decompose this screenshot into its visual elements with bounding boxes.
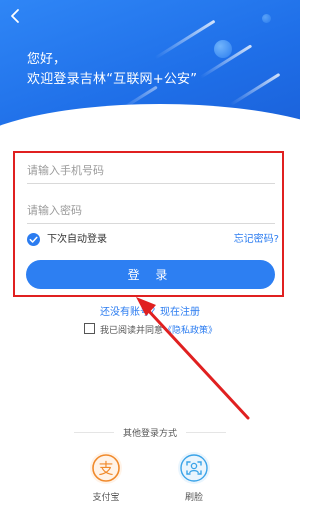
phone-input[interactable]: [27, 157, 275, 183]
check-icon: [29, 236, 38, 243]
agreement-row: 我已阅读并同意《隐私政策》: [84, 323, 217, 337]
alipay-icon: 支: [92, 454, 120, 482]
face-label: 刷脸: [184, 493, 203, 503]
password-input[interactable]: [27, 197, 275, 223]
password-field[interactable]: [27, 197, 275, 224]
alipay-label: 支付宝: [92, 493, 120, 503]
face-login-option[interactable]: 刷脸: [164, 452, 224, 503]
divider: [186, 432, 226, 433]
other-login-title: 其他登录方式: [122, 429, 177, 439]
greeting-line-2: 欢迎登录吉林“互联网+公安”: [27, 72, 198, 87]
register-link[interactable]: 还没有账号？现在注册: [0, 303, 300, 318]
face-scan-icon: [180, 454, 208, 482]
login-button[interactable]: 登 录: [26, 260, 275, 289]
other-login-section: 其他登录方式: [0, 426, 300, 439]
auto-login-row: 下次自动登录 忘记密码?: [27, 232, 279, 248]
decor-planet-small: [262, 14, 271, 23]
chevron-left-icon: [11, 9, 19, 23]
greeting: 您好， 欢迎登录吉林“互联网+公安”: [27, 50, 197, 90]
phone-field[interactable]: [27, 157, 275, 184]
auto-login-checkbox[interactable]: [27, 233, 40, 246]
alipay-icon-wrap: 支: [90, 452, 122, 484]
header-wave: [0, 104, 300, 150]
alipay-login-option[interactable]: 支 支付宝: [76, 452, 136, 503]
greeting-line-1: 您好，: [27, 52, 67, 67]
privacy-policy-link[interactable]: 《隐私政策》: [163, 326, 217, 336]
face-scan-icon-wrap: [178, 452, 210, 484]
svg-text:支: 支: [98, 460, 113, 478]
auto-login-label: 下次自动登录: [47, 234, 107, 245]
decor-planet: [214, 40, 232, 58]
decor-streak: [229, 72, 281, 107]
header-banner: 您好， 欢迎登录吉林“互联网+公安”: [0, 0, 300, 150]
agreement-checkbox[interactable]: [84, 323, 95, 334]
divider: [74, 432, 114, 433]
forgot-password-link[interactable]: 忘记密码?: [234, 232, 279, 248]
agreement-text: 我已阅读并同意: [100, 326, 164, 336]
back-button[interactable]: [8, 8, 24, 24]
